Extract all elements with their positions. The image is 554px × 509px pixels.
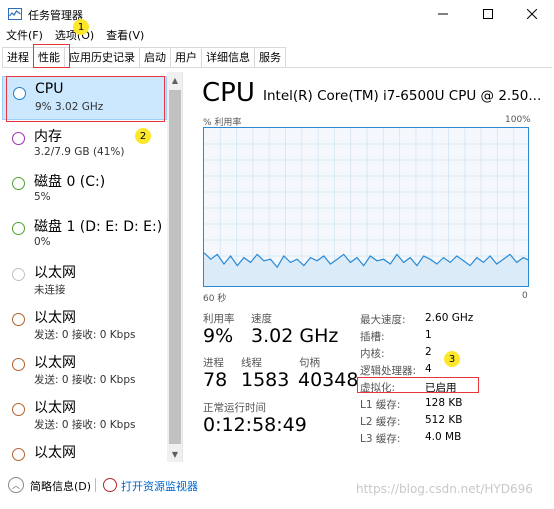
sidebar-item-detail: 未连接 [34,284,66,296]
sidebar-scrollbar[interactable]: ▲ ▼ [167,72,182,462]
processes-value: 78 [203,369,228,391]
uptime-label: 正常运行时间 [203,402,266,414]
resource-monitor-icon[interactable] [103,478,117,492]
l2-cache-label: L2 缓存: [360,416,401,428]
watermark: https://blog.csdn.net/HYD696 [356,482,533,496]
sidebar-item-ethernet[interactable]: 以太网 发送: 0 接收: 0 Kbps [2,348,167,392]
sidebar-item-name: 以太网 [34,400,76,416]
cores-label: 内核: [360,348,385,360]
sidebar-item-ethernet[interactable]: 以太网 [2,438,167,462]
speed-value: 3.02 GHz [251,325,339,347]
ethernet-status-icon [12,358,25,371]
graph-time-window: 60 秒 [203,294,227,304]
sockets-label: 插槽: [360,331,385,343]
tab-app-history[interactable]: 应用历史记录 [64,47,140,67]
threads-label: 线程 [241,357,262,369]
sidebar-item-disk0[interactable]: 磁盘 0 (C:) 5% [2,167,167,211]
sidebar-item-detail: 5% [34,191,51,203]
annotation-marker-1: 1 [73,19,89,35]
max-speed-value: 2.60 GHz [425,312,474,324]
performance-title: CPU [202,78,255,108]
sidebar-item-detail: 发送: 0 接收: 0 Kbps [34,374,136,386]
l1-cache-value: 128 KB [425,397,463,409]
tab-services[interactable]: 服务 [254,47,286,67]
sidebar-item-name: 以太网 [34,355,76,371]
scroll-thumb[interactable] [169,90,181,444]
sidebar-item-name: 磁盘 1 (D: E: D: E:) [34,219,163,235]
logical-processors-label: 逻辑处理器: [360,365,417,377]
handles-value: 40348 [298,369,359,391]
l3-cache-label: L3 缓存: [360,433,401,445]
disk-status-icon [12,177,25,190]
annotation-box-virtualization [357,377,479,393]
sidebar-item-detail: 3.2/7.9 GB (41%) [34,146,125,158]
close-icon [527,9,537,19]
sidebar-item-ethernet[interactable]: 以太网 发送: 0 接收: 0 Kbps [2,303,167,347]
utilization-value: 9% [203,325,234,347]
handles-label: 句柄 [299,357,320,369]
maximize-button[interactable] [466,0,510,28]
cores-value: 2 [425,346,432,358]
sidebar-item-ethernet[interactable]: 以太网 发送: 0 接收: 0 Kbps [2,393,167,437]
footer-divider [95,478,96,492]
disk-status-icon [12,222,25,235]
logical-processors-value: 4 [425,363,432,375]
annotation-marker-3: 3 [444,351,460,367]
tab-bar: 进程 性能 应用历史记录 启动 用户 详细信息 服务 [2,47,552,68]
task-manager-icon [8,8,22,20]
ethernet-status-icon [12,403,25,416]
minimize-button[interactable] [421,0,465,28]
maximize-icon [483,9,493,19]
sidebar-item-name: 磁盘 0 (C:) [34,174,106,190]
utilization-label: 利用率 [203,313,235,325]
open-resource-monitor-link[interactable]: 打开资源监视器 [121,478,198,494]
annotation-marker-2: 2 [135,128,151,144]
tab-details[interactable]: 详细信息 [201,47,255,67]
threads-value: 1583 [241,369,290,391]
ethernet-status-icon [12,448,25,461]
annotation-box-performance-tab [33,44,70,68]
scroll-down-icon[interactable]: ▼ [167,446,182,462]
sidebar-item-detail: 0% [34,236,51,248]
uptime-value: 0:12:58:49 [203,414,307,436]
processes-label: 进程 [203,357,224,369]
graph-time-now: 0 [522,291,528,301]
sidebar-item-detail: 发送: 0 接收: 0 Kbps [34,329,136,341]
tab-processes[interactable]: 进程 [2,47,34,67]
fewer-details-button[interactable]: 简略信息(D) [30,478,91,494]
max-speed-label: 最大速度: [360,314,406,326]
menu-view[interactable]: 查看(V) [100,28,150,46]
cpu-utilization-graph [203,127,529,287]
sidebar-item-name: 以太网 [34,265,76,281]
sidebar-item-detail: 发送: 0 接收: 0 Kbps [34,419,136,431]
ethernet-status-icon [12,313,25,326]
sidebar-item-ethernet[interactable]: 以太网 未连接 [2,258,167,302]
sockets-value: 1 [425,329,432,341]
l2-cache-value: 512 KB [425,414,463,426]
cpu-model: Intel(R) Core(TM) i7-6500U CPU @ 2.50... [263,88,542,104]
tab-startup[interactable]: 启动 [139,47,171,67]
ethernet-status-icon [12,268,25,281]
graph-label-max: 100% [505,115,531,125]
minimize-icon [438,13,448,15]
chevron-up-icon[interactable]: ︿ [8,477,24,493]
memory-status-icon [12,132,25,145]
scroll-up-icon[interactable]: ▲ [167,72,182,88]
annotation-box-cpu-item [6,76,165,122]
sidebar-item-name: 内存 [34,129,62,145]
l1-cache-label: L1 缓存: [360,399,401,411]
tab-users[interactable]: 用户 [170,47,202,67]
sidebar-item-name: 以太网 [34,445,76,461]
sidebar-item-disk1[interactable]: 磁盘 1 (D: E: D: E:) 0% [2,212,167,256]
close-button[interactable] [510,0,554,28]
resource-list: CPU 9% 3.02 GHz 内存 3.2/7.9 GB (41%) 磁盘 0… [2,72,183,462]
l3-cache-value: 4.0 MB [425,431,462,443]
cpu-graph-canvas [204,128,528,286]
speed-label: 速度 [251,313,272,325]
sidebar-item-name: 以太网 [34,310,76,326]
